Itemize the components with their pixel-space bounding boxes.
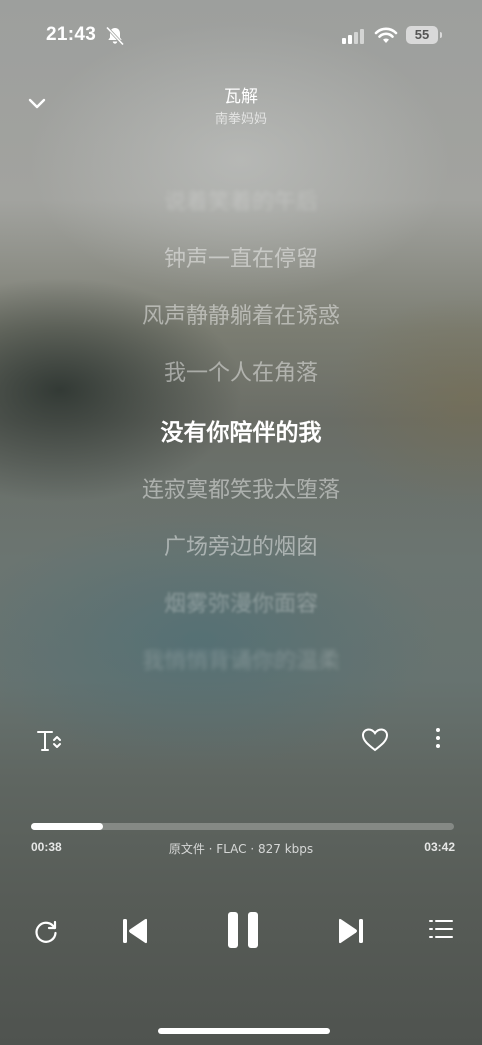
home-indicator[interactable] (158, 1028, 330, 1034)
song-artist[interactable]: 南拳妈妈 (0, 108, 482, 127)
skip-next-icon (339, 918, 363, 944)
bell-muted-icon (105, 26, 125, 46)
repeat-button[interactable] (30, 916, 62, 948)
skip-previous-icon (123, 918, 147, 944)
favorite-button[interactable] (360, 725, 390, 755)
cellular-signal-icon (342, 29, 364, 44)
progress-fill (31, 823, 104, 830)
repeat-icon (35, 920, 57, 943)
heart-outline-icon (361, 728, 389, 752)
lyric-line[interactable]: 广场旁边的烟囱 (0, 529, 482, 561)
lyric-line[interactable]: 我一个人在角落 (0, 355, 482, 387)
battery-level: 55 (414, 27, 430, 42)
play-pause-button[interactable] (222, 908, 264, 952)
lyric-line[interactable]: 连寂寞都笑我太堕落 (0, 472, 482, 504)
battery-icon: 55 (406, 26, 442, 44)
more-vertical-icon (436, 728, 440, 748)
song-title: 瓦解 (224, 87, 258, 107)
previous-button[interactable] (118, 912, 152, 950)
time-total: 03:42 (424, 840, 455, 854)
lyric-line[interactable]: 钟声一直在停留 (0, 241, 482, 273)
next-button[interactable] (334, 912, 368, 950)
playlist-icon (429, 920, 453, 938)
more-options-button[interactable] (426, 725, 450, 753)
lyric-line[interactable]: 我悄悄背诵你的温柔 (0, 643, 482, 675)
progress-bar[interactable] (31, 823, 454, 830)
playlist-button[interactable] (426, 914, 456, 944)
pause-icon (228, 912, 258, 948)
audio-quality-info[interactable]: 原文件 · FLAC · 827 kbps (0, 840, 482, 857)
status-bar: 21:43 55 (0, 0, 482, 74)
lyric-line-current[interactable]: 没有你陪伴的我 (0, 413, 482, 447)
status-time: 21:43 (46, 24, 97, 45)
text-size-icon (37, 731, 61, 751)
lyric-line[interactable]: 烟雾弥漫你面容 (0, 586, 482, 618)
wifi-icon (374, 27, 398, 43)
lyrics-font-button[interactable] (34, 726, 64, 756)
lyric-line[interactable]: 风声静静躺着在诱惑 (0, 298, 482, 330)
lyric-line[interactable]: 说着笑着的午后 (0, 184, 482, 216)
